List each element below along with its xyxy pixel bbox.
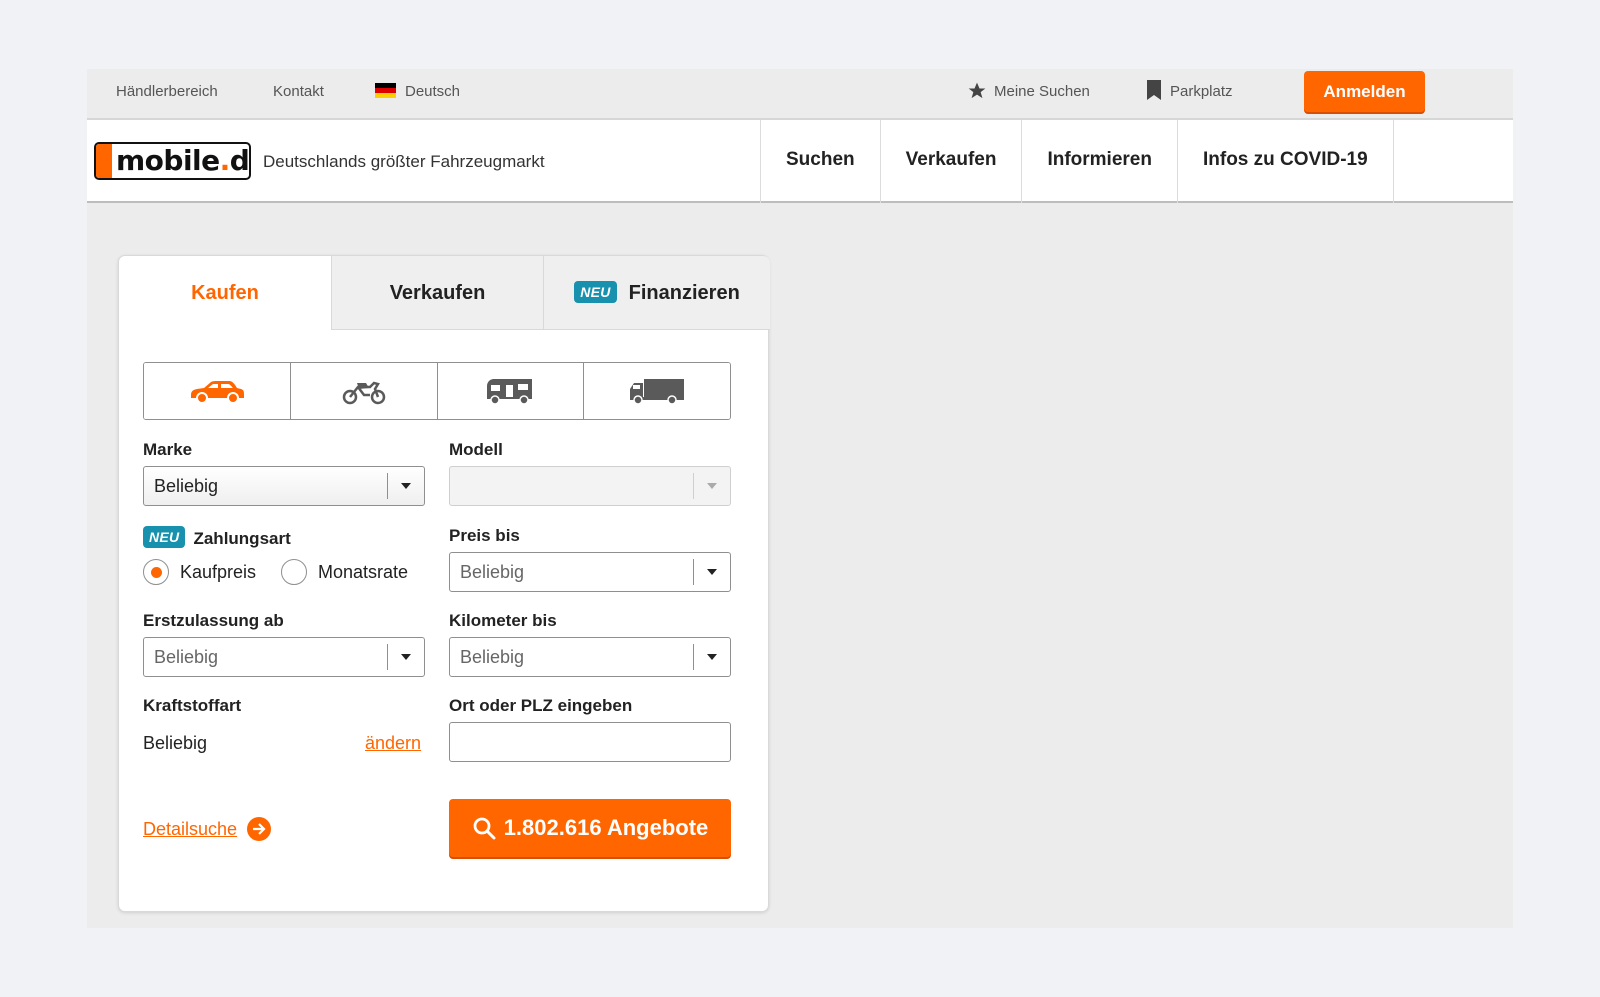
- login-button[interactable]: Anmelden: [1304, 71, 1425, 112]
- german-flag-icon: [375, 83, 396, 98]
- chevron-down-icon: [387, 644, 424, 670]
- nav-item-inform[interactable]: Informieren: [1022, 120, 1178, 203]
- vehicle-type-motorhome[interactable]: [437, 363, 585, 419]
- price-label: Preis bis: [449, 526, 520, 545]
- tab-finance[interactable]: NEU Finanzieren: [543, 256, 770, 330]
- page-frame: Händlerbereich Kontakt Deutsch Meine Suc…: [87, 69, 1513, 928]
- car-icon: [190, 381, 244, 404]
- mileage-select[interactable]: Beliebig: [449, 637, 731, 677]
- search-offers-label: 1.802.616 Angebote: [503, 815, 709, 840]
- detail-search-link[interactable]: Detailsuche: [143, 817, 272, 841]
- radio-label: Monatsrate: [318, 561, 409, 582]
- contact-link[interactable]: Kontakt: [273, 69, 324, 115]
- mileage-label: Kilometer bis: [449, 611, 557, 630]
- tagline: Deutschlands größter Fahrzeugmarkt: [263, 152, 545, 171]
- search-tabs: Kaufen Verkaufen NEU Finanzieren: [119, 256, 770, 330]
- payment-purchase-price-radio[interactable]: Kaufpreis: [143, 559, 256, 585]
- first-registration-label: Erstzulassung ab: [143, 611, 284, 630]
- main-header: mobile.de Deutschlands größter Fahrzeugm…: [87, 120, 1513, 203]
- make-select[interactable]: Beliebig: [143, 466, 425, 506]
- make-value: Beliebig: [154, 476, 219, 496]
- motorbike-icon: [342, 381, 385, 405]
- radio-selected-icon: [143, 559, 169, 585]
- vehicle-type-car[interactable]: [144, 363, 291, 419]
- fuel-type-label: Kraftstoffart: [143, 696, 242, 715]
- nav-item-covid-info[interactable]: Infos zu COVID-19: [1178, 120, 1394, 203]
- dealer-area-link[interactable]: Händlerbereich: [116, 69, 218, 115]
- arrow-right-icon: [247, 817, 272, 841]
- location-label: Ort oder PLZ eingeben: [449, 696, 633, 715]
- nav-item-sell[interactable]: Verkaufen: [881, 120, 1023, 203]
- saved-searches-label: Meine Suchen: [994, 83, 1090, 100]
- price-value: Beliebig: [460, 562, 525, 582]
- vehicle-type-selector: [143, 362, 731, 420]
- new-badge: NEU: [143, 526, 186, 548]
- first-registration-select[interactable]: Beliebig: [143, 637, 425, 677]
- saved-searches-link[interactable]: Meine Suchen: [967, 69, 1090, 115]
- tab-buy[interactable]: Kaufen: [119, 256, 331, 330]
- main-nav: Suchen Verkaufen Informieren Infos zu CO…: [760, 120, 1466, 203]
- mileage-value: Beliebig: [460, 647, 525, 667]
- radio-unselected-icon: [281, 559, 307, 585]
- first-registration-value: Beliebig: [154, 647, 219, 667]
- payment-monthly-rate-radio[interactable]: Monatsrate: [281, 559, 408, 585]
- chevron-down-icon: [387, 473, 424, 499]
- motorhome-icon: [487, 379, 533, 405]
- radio-label: Kaufpreis: [180, 561, 257, 582]
- language-label: Deutsch: [405, 83, 461, 100]
- price-select[interactable]: Beliebig: [449, 552, 731, 592]
- logo-orange-bar: [96, 144, 112, 178]
- search-card: Kaufen Verkaufen NEU Finanzieren Marke B…: [118, 255, 770, 912]
- search-icon: [473, 817, 496, 840]
- tab-sell[interactable]: Verkaufen: [331, 256, 543, 330]
- new-badge: NEU: [574, 281, 617, 303]
- make-label: Marke: [143, 440, 193, 459]
- tab-finance-label: Finanzieren: [628, 282, 740, 304]
- change-fuel-type-link[interactable]: ändern: [365, 733, 421, 754]
- model-select[interactable]: [449, 466, 731, 506]
- vehicle-type-motorbike[interactable]: [290, 363, 438, 419]
- star-icon: [968, 82, 986, 99]
- vehicle-type-truck[interactable]: [584, 363, 730, 419]
- parking-link[interactable]: Parkplatz: [1145, 69, 1233, 115]
- chevron-down-icon: [693, 473, 730, 499]
- truck-icon: [630, 379, 685, 405]
- top-utility-bar: Händlerbereich Kontakt Deutsch Meine Suc…: [87, 69, 1513, 120]
- fuel-type-value: Beliebig: [143, 733, 208, 753]
- logo-text: mobile.de: [116, 144, 250, 177]
- bookmark-icon: [1147, 80, 1161, 100]
- search-offers-button[interactable]: 1.802.616 Angebote: [449, 799, 731, 857]
- chevron-down-icon: [693, 559, 730, 585]
- payment-type-label: NEU Zahlungsart: [143, 526, 291, 549]
- model-label: Modell: [449, 440, 503, 459]
- location-input[interactable]: [449, 722, 731, 762]
- mobile-de-logo[interactable]: mobile.de: [94, 142, 251, 180]
- nav-item-search[interactable]: Suchen: [761, 120, 881, 203]
- language-selector[interactable]: Deutsch: [375, 69, 460, 115]
- parking-label: Parkplatz: [1170, 83, 1233, 100]
- chevron-down-icon: [693, 644, 730, 670]
